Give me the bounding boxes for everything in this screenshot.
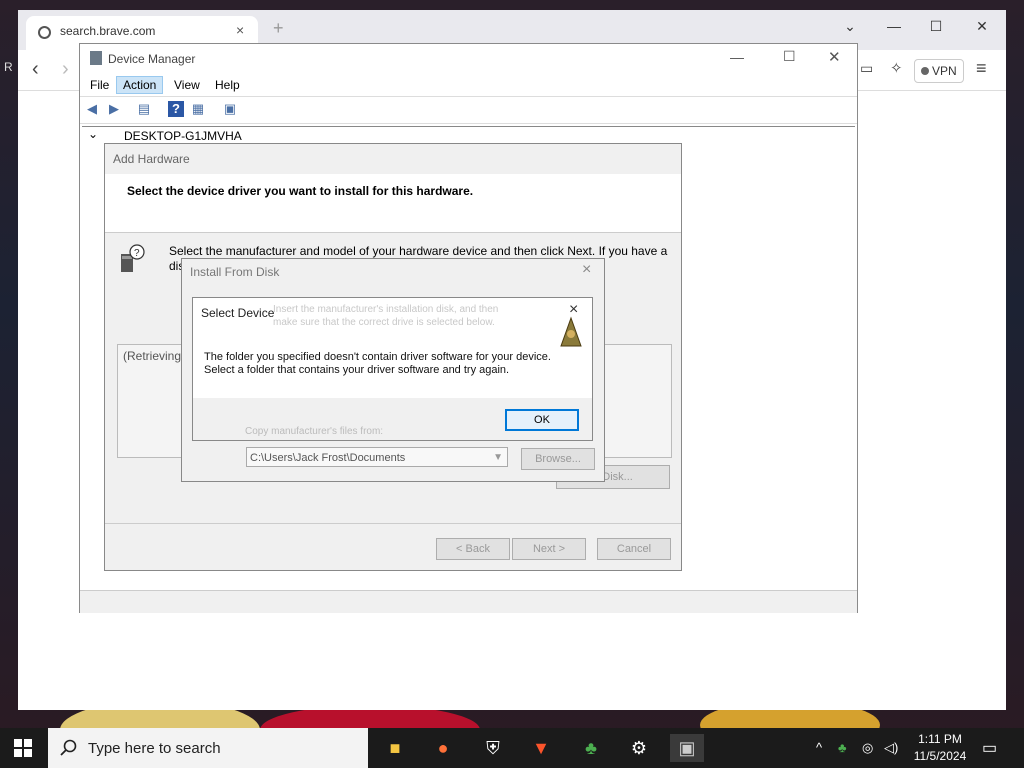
monitor-icon[interactable]: ▣: [222, 101, 238, 117]
next-button[interactable]: Next >: [512, 538, 586, 560]
tab-title: search.brave.com: [60, 24, 156, 38]
menu-file[interactable]: File: [84, 77, 115, 93]
notification-icon[interactable]: ▭: [982, 738, 997, 758]
ah-header: Select the device driver you want to ins…: [105, 174, 681, 233]
select-device-dialog: Insert the manufacturer's installation d…: [192, 297, 593, 441]
device-manager-icon: [90, 51, 102, 65]
forward-arrow-icon[interactable]: ›: [62, 58, 69, 81]
menu-icon[interactable]: ≡: [976, 58, 987, 79]
network-icon[interactable]: ◎: [862, 740, 873, 756]
desktop-icon-label[interactable]: R: [4, 60, 13, 74]
ghost-text: make sure that the correct drive is sele…: [273, 317, 495, 328]
search-placeholder: Type here to search: [88, 740, 221, 757]
volume-icon[interactable]: ◁): [884, 740, 898, 756]
ah-title: Add Hardware: [113, 152, 190, 166]
wizard-icon: [560, 316, 582, 347]
maximize-icon[interactable]: ☐: [926, 18, 946, 35]
sd-title: Select Device: [201, 306, 275, 320]
chevron-down-icon[interactable]: ⌄: [840, 18, 860, 35]
globe-icon: [38, 26, 51, 39]
users-icon[interactable]: ♣: [574, 734, 608, 762]
taskbar-search-box[interactable]: Type here to search: [48, 728, 368, 768]
ghost-text: Insert the manufacturer's installation d…: [273, 304, 499, 315]
clock-time[interactable]: 1:11 PM: [912, 732, 968, 746]
dm-statusbar: [80, 590, 857, 613]
brave-icon[interactable]: ▼: [524, 734, 558, 762]
retrieving-text: (Retrieving: [123, 349, 182, 363]
menu-view[interactable]: View: [168, 77, 206, 93]
search-icon: [60, 739, 77, 756]
firefox-icon[interactable]: ●: [426, 734, 460, 762]
wallet-icon[interactable]: ▭: [860, 60, 873, 77]
dm-titlebar: Device Manager — ☐ ✕: [80, 44, 857, 74]
view-icon[interactable]: ▦: [190, 101, 206, 117]
minimize-icon[interactable]: —: [884, 18, 904, 34]
minimize-icon[interactable]: —: [730, 49, 744, 65]
ah-heading: Select the device driver you want to ins…: [127, 184, 474, 198]
dm-title: Device Manager: [108, 52, 196, 66]
ghost-text: Copy manufacturer's files from:: [245, 426, 384, 437]
shield-icon[interactable]: ⛨: [476, 734, 510, 762]
chevron-up-icon[interactable]: ^: [816, 740, 822, 755]
windows-start-icon[interactable]: [14, 739, 32, 757]
sd-footer: Copy manufacturer's files from: OK: [193, 398, 592, 440]
menu-action[interactable]: Action: [116, 76, 164, 94]
back-arrow-icon[interactable]: ‹: [32, 58, 39, 81]
back-arrow-icon[interactable]: ◀: [84, 101, 100, 117]
error-message: The folder you specified doesn't contain…: [204, 351, 551, 376]
properties-icon[interactable]: ▤: [136, 101, 152, 117]
path-combobox[interactable]: C:\Users\Jack Frost\Documents ▼: [246, 447, 508, 467]
vpn-status-icon: [921, 67, 929, 75]
tab-close-button[interactable]: ×: [236, 22, 244, 38]
dm-menubar: File Action View Help: [80, 74, 857, 96]
hardware-help-icon: ?: [121, 244, 145, 272]
help-icon[interactable]: ?: [168, 101, 184, 117]
dm-toolbar: ◀ ▶ ▤ ? ▦ ▣: [80, 96, 857, 124]
close-icon[interactable]: ✕: [972, 18, 992, 35]
file-explorer-icon[interactable]: ■: [378, 734, 412, 762]
back-button[interactable]: < Back: [436, 538, 510, 560]
ifd-title: Install From Disk: [190, 265, 280, 279]
chevron-down-icon[interactable]: ⌄: [88, 127, 98, 141]
divider: [105, 523, 681, 524]
maximize-icon[interactable]: ☐: [783, 48, 796, 65]
new-tab-button[interactable]: +: [273, 18, 284, 39]
forward-arrow-icon[interactable]: ▶: [106, 101, 122, 117]
gear-icon[interactable]: ⚙: [622, 734, 656, 762]
taskbar: Type here to search ■ ● ⛨ ▼ ♣ ⚙ ▣ ^ ♣ ◎ …: [0, 728, 1024, 768]
chevron-down-icon[interactable]: ▼: [493, 448, 503, 468]
ok-button[interactable]: OK: [505, 409, 579, 431]
browse-button[interactable]: Browse...: [521, 448, 595, 470]
cancel-button[interactable]: Cancel: [597, 538, 671, 560]
users-tray-icon[interactable]: ♣: [838, 740, 847, 755]
device-manager-icon[interactable]: ▣: [670, 734, 704, 762]
menu-help[interactable]: Help: [209, 77, 246, 93]
leo-ai-icon[interactable]: ✧: [890, 59, 903, 77]
close-icon[interactable]: ×: [582, 261, 591, 279]
tree-root-computer[interactable]: DESKTOP-G1JMVHA: [124, 129, 242, 143]
svg-text:?: ?: [134, 248, 140, 259]
close-icon[interactable]: ✕: [828, 48, 841, 66]
clock-date[interactable]: 11/5/2024: [912, 749, 968, 763]
vpn-button[interactable]: VPN: [914, 59, 964, 83]
